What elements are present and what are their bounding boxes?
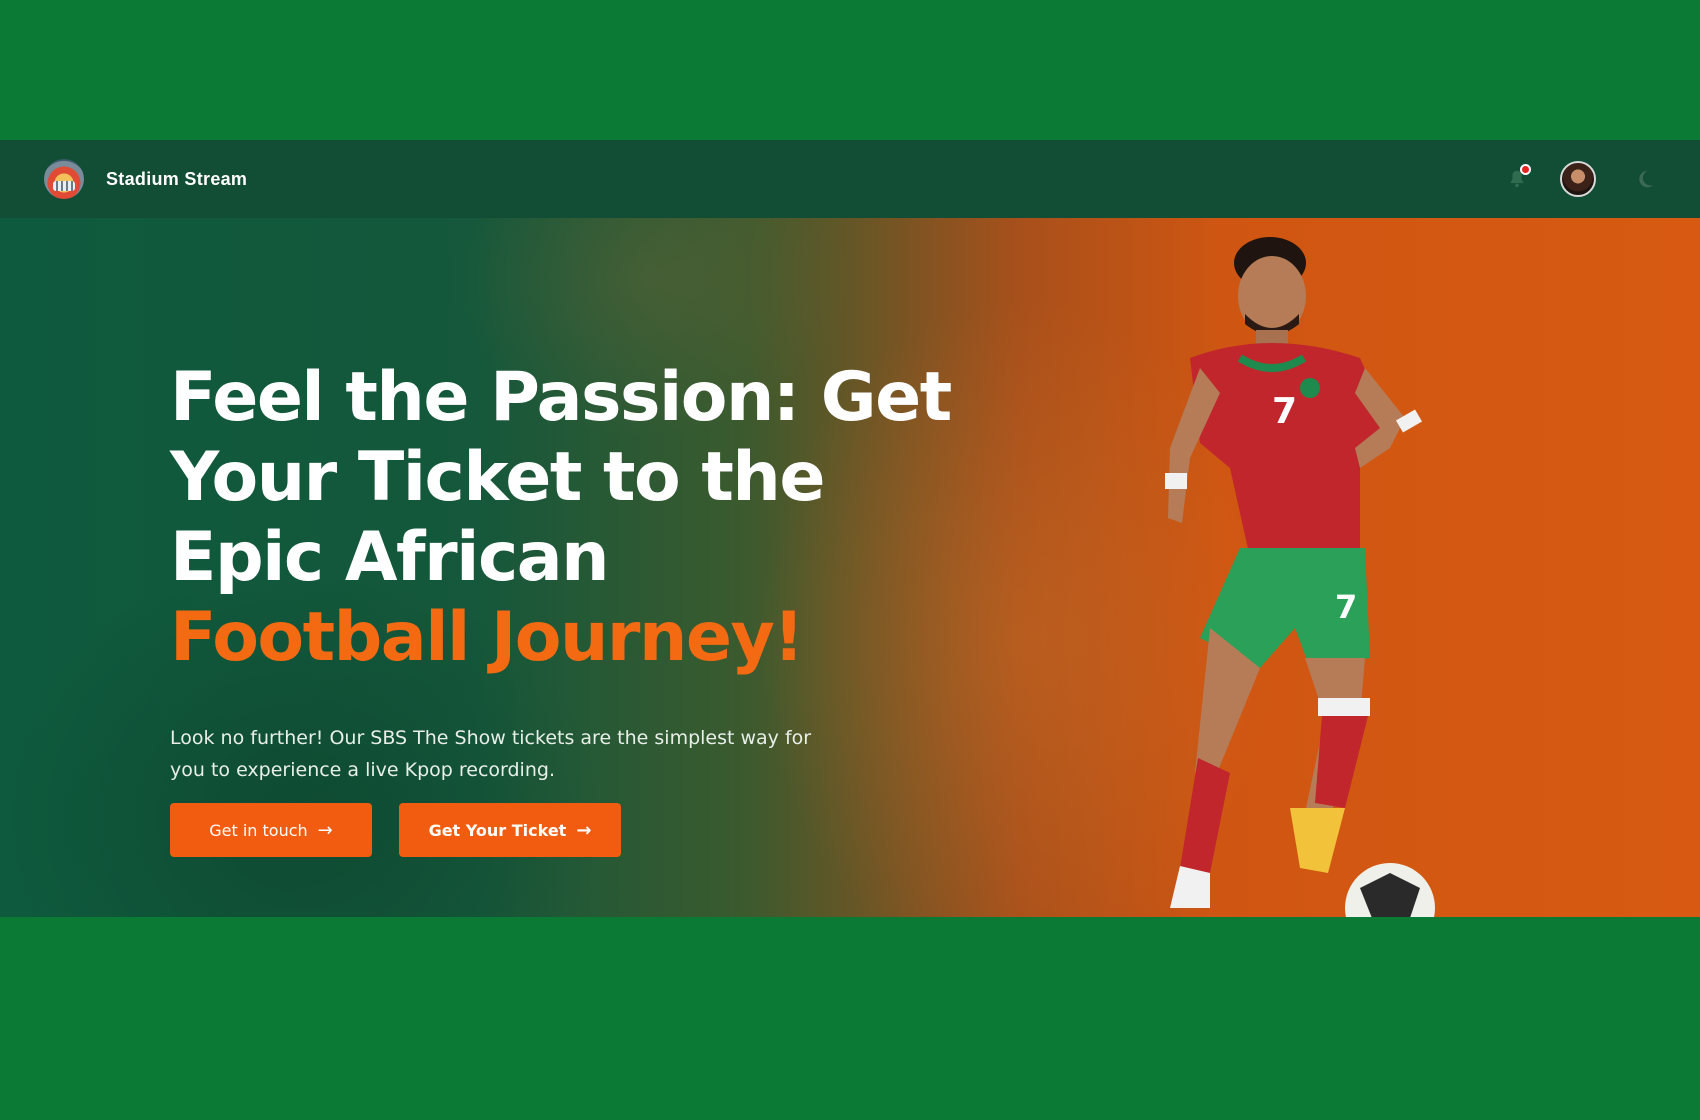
hero-description: Look no further! Our SBS The Show ticket… <box>170 727 812 781</box>
svg-text:7: 7 <box>1272 391 1297 432</box>
hero-section: Feel the Passion: Get Your Ticket to the… <box>0 218 1700 917</box>
hero-title: Feel the Passion: Get Your Ticket to the… <box>170 358 990 678</box>
moon-icon <box>1639 170 1654 188</box>
get-in-touch-button[interactable]: Get in touch → <box>170 803 372 857</box>
hero-title-accent: Football Journey! <box>170 598 804 677</box>
get-ticket-label: Get Your Ticket <box>428 820 567 840</box>
arrow-right-icon: → <box>317 819 333 841</box>
hero-title-main: Feel the Passion: Get Your Ticket to the… <box>170 358 952 597</box>
user-avatar[interactable] <box>1560 161 1596 197</box>
brand-name[interactable]: Stadium Stream <box>106 169 247 190</box>
notifications-button[interactable] <box>1506 164 1531 190</box>
get-ticket-button[interactable]: Get Your Ticket → <box>399 803 621 857</box>
arrow-right-icon: → <box>576 819 592 841</box>
nav-actions <box>1506 161 1656 197</box>
app-frame: Stadium Stream Feel the Passion: Get You… <box>0 140 1700 917</box>
football-player-image: 7 7 <box>1165 237 1435 917</box>
navbar: Stadium Stream <box>0 140 1700 218</box>
stadium-logo-icon[interactable] <box>44 159 84 199</box>
notification-badge <box>1520 164 1531 175</box>
svg-text:7: 7 <box>1335 588 1357 626</box>
get-in-touch-label: Get in touch <box>209 820 308 840</box>
theme-toggle-button[interactable] <box>1634 168 1656 190</box>
